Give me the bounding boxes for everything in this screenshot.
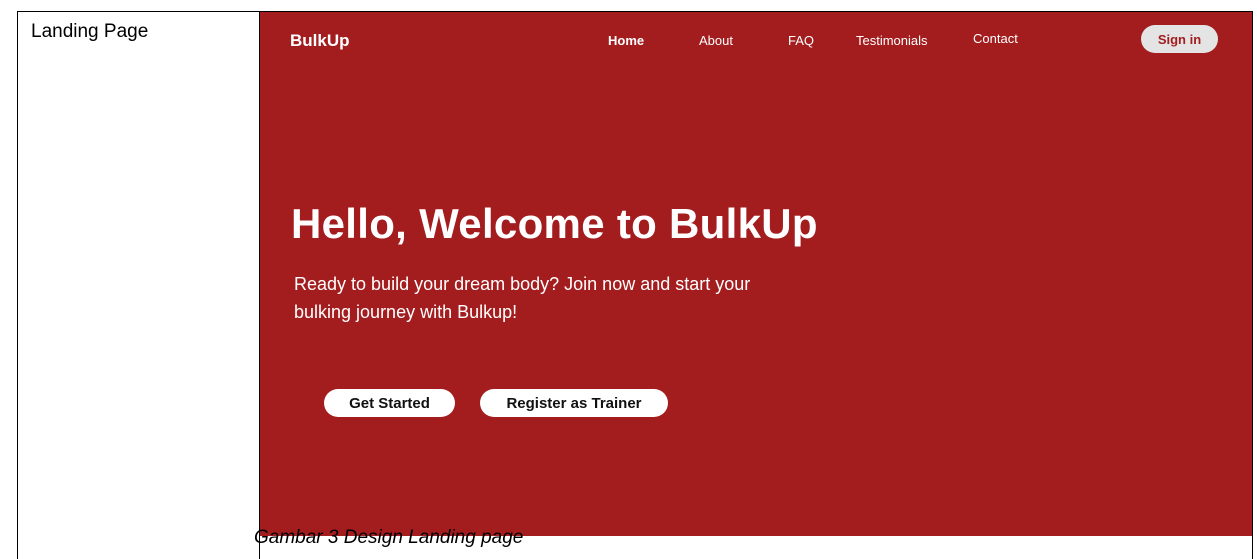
row-label: Landing Page	[31, 21, 149, 42]
figure-caption: Gambar 3 Design Landing page	[254, 527, 524, 548]
hero-subtitle: Ready to build your dream body? Join now…	[294, 274, 751, 322]
nav-contact[interactable]: Contact	[973, 31, 1018, 46]
nav-faq[interactable]: FAQ	[788, 33, 814, 48]
nav-about[interactable]: About	[699, 33, 733, 48]
document-table: Landing Page BulkUp Home About FAQ Testi…	[17, 11, 1253, 559]
nav-home[interactable]: Home	[608, 33, 644, 48]
sign-in-button[interactable]: Sign in	[1141, 25, 1218, 53]
brand-logo[interactable]: BulkUp	[290, 31, 350, 51]
landing-page-mockup: BulkUp Home About FAQ Testimonials Conta…	[260, 12, 1252, 536]
hero-title: Hello, Welcome to BulkUp	[291, 200, 818, 247]
nav-testimonials[interactable]: Testimonials	[856, 33, 928, 48]
register-trainer-button[interactable]: Register as Trainer	[480, 389, 668, 417]
get-started-button[interactable]: Get Started	[324, 389, 455, 417]
